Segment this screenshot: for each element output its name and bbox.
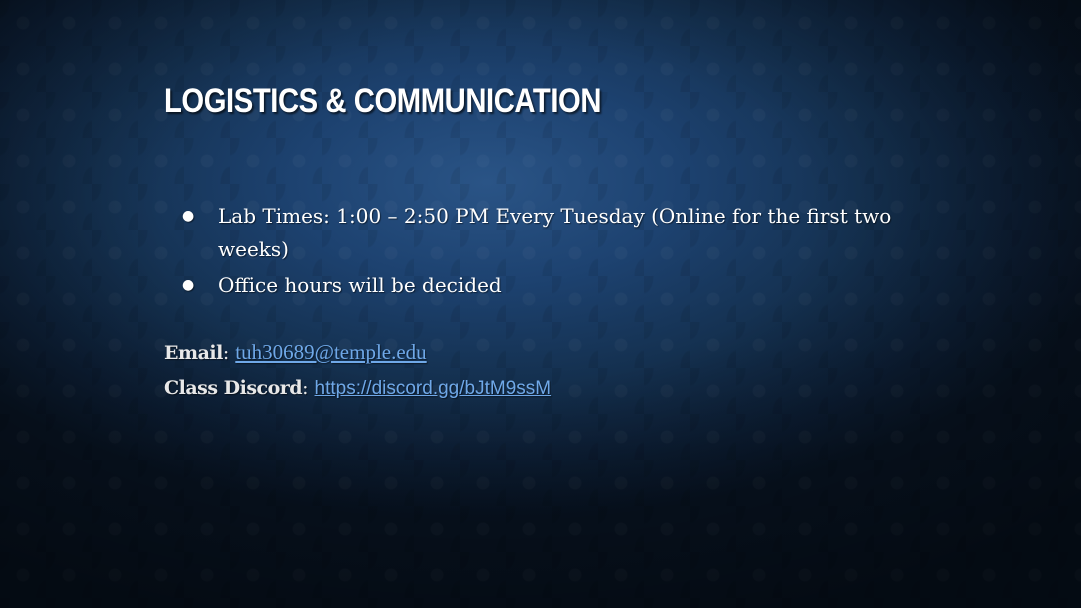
bullet-text: Lab Times: 1:00 – 2:50 PM Every Tuesday …	[218, 204, 892, 261]
bullet-item-lab-times: ● Lab Times: 1:00 – 2:50 PM Every Tuesda…	[182, 200, 962, 266]
email-row: Email: tuh30689@temple.edu	[164, 335, 551, 371]
email-separator: :	[222, 342, 236, 364]
discord-link[interactable]: https://discord.gg/bJtM9ssM	[315, 378, 552, 399]
discord-separator: :	[302, 377, 315, 399]
bullet-icon: ●	[182, 208, 195, 224]
bullet-text: Office hours will be decided	[218, 273, 502, 297]
discord-label: Class Discord	[164, 377, 303, 399]
slide-title: Logistics & Communication	[164, 82, 602, 120]
bullet-icon: ●	[182, 277, 195, 293]
bullet-list: ● Lab Times: 1:00 – 2:50 PM Every Tuesda…	[182, 200, 962, 305]
discord-row: Class Discord: https://discord.gg/bJtM9s…	[164, 371, 551, 406]
contact-info: Email: tuh30689@temple.edu Class Discord…	[164, 335, 551, 406]
email-link[interactable]: tuh30689@temple.edu	[235, 340, 426, 364]
bullet-item-office-hours: ● Office hours will be decided	[182, 269, 962, 302]
slide: Logistics & Communication ● Lab Times: 1…	[0, 0, 1081, 608]
email-label: Email	[164, 342, 223, 364]
